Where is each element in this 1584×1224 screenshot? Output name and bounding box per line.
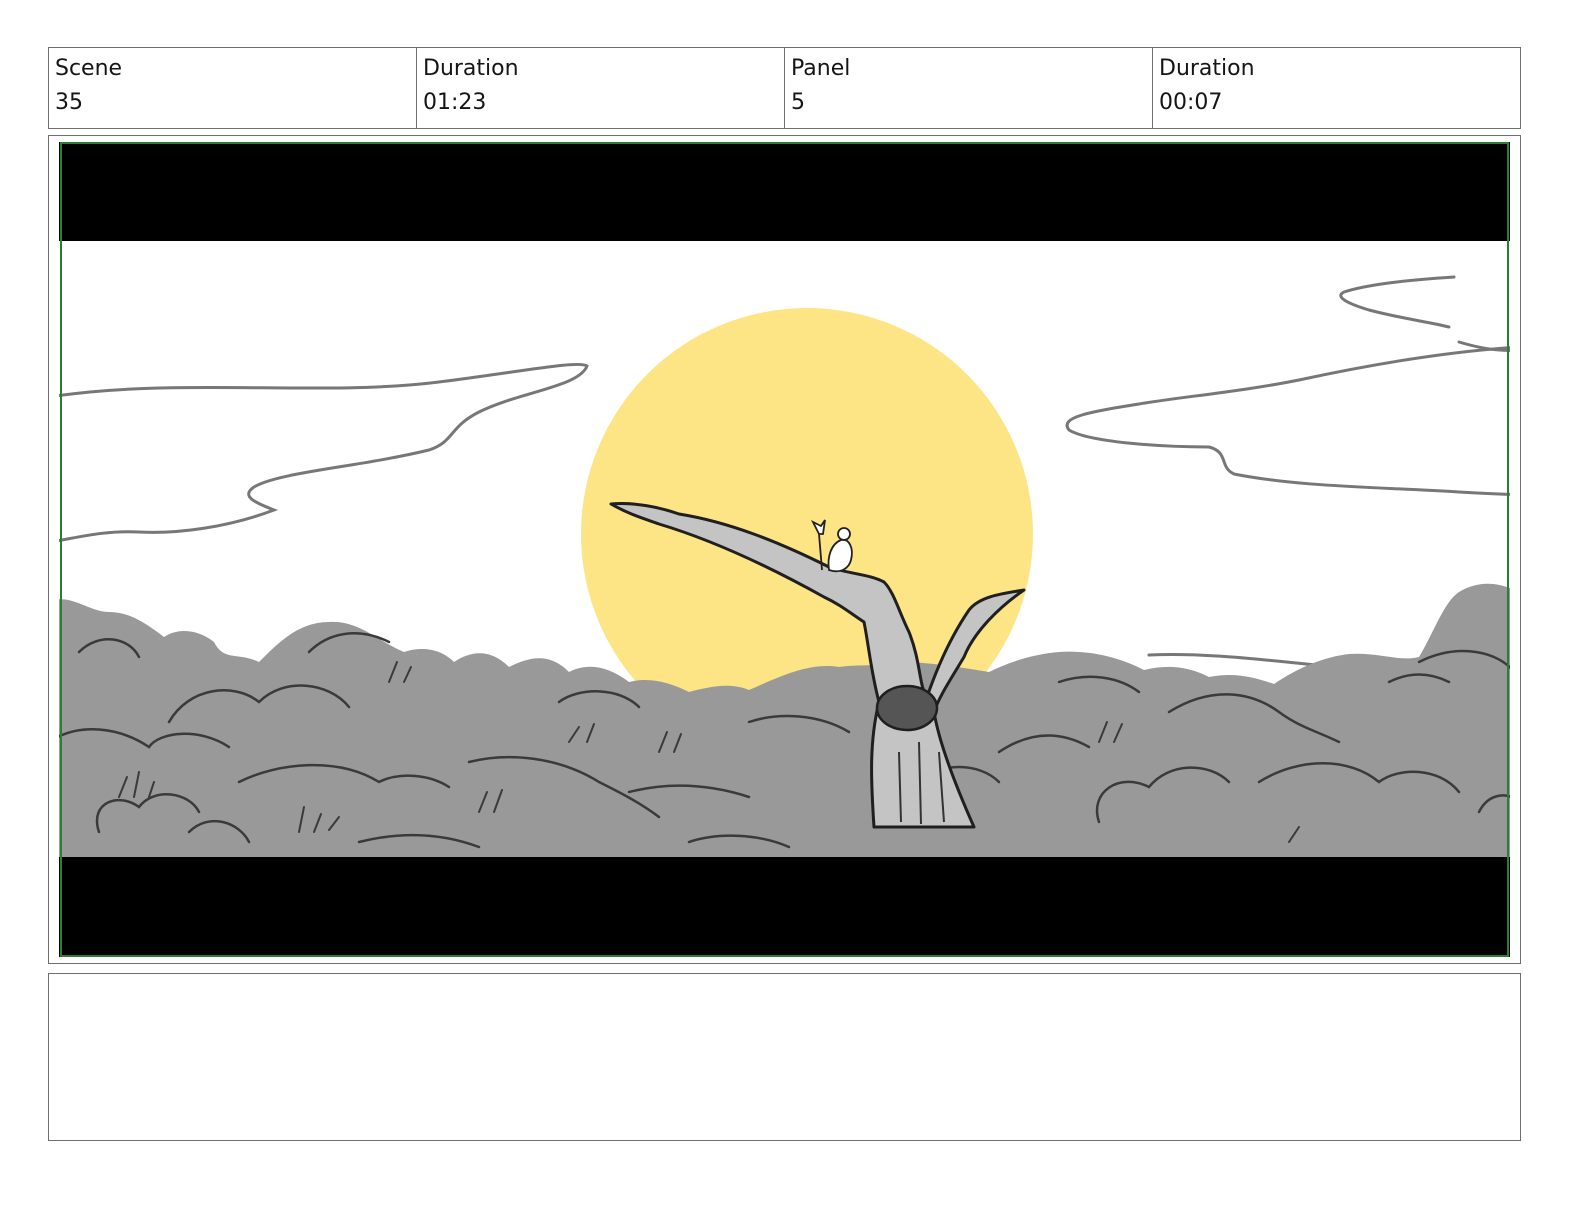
scene-duration-cell: Duration 01:23: [417, 48, 785, 128]
tree-hollow: [875, 684, 939, 732]
storyboard-panel-frame: [48, 135, 1521, 964]
storyboard-panel-image: [59, 142, 1510, 957]
panel-duration-cell: Duration 00:07: [1153, 48, 1520, 128]
panel-cell: Panel 5: [785, 48, 1153, 128]
scene-duration-value: 01:23: [423, 90, 487, 115]
panel-duration-value: 00:07: [1159, 90, 1223, 115]
scene-label: Scene: [55, 56, 123, 81]
letterbox-top: [59, 142, 1510, 241]
scene-cell: Scene 35: [49, 48, 417, 128]
panel-number: 5: [791, 90, 805, 115]
panel-drawing: [59, 142, 1510, 957]
storyboard-header: Scene 35 Duration 01:23 Panel 5 Duration…: [48, 47, 1521, 129]
scene-number: 35: [55, 90, 83, 115]
scene-duration-label: Duration: [423, 56, 519, 81]
letterbox-bottom: [59, 857, 1510, 957]
panel-label: Panel: [791, 56, 851, 81]
panel-notes[interactable]: [48, 973, 1521, 1141]
panel-duration-label: Duration: [1159, 56, 1255, 81]
